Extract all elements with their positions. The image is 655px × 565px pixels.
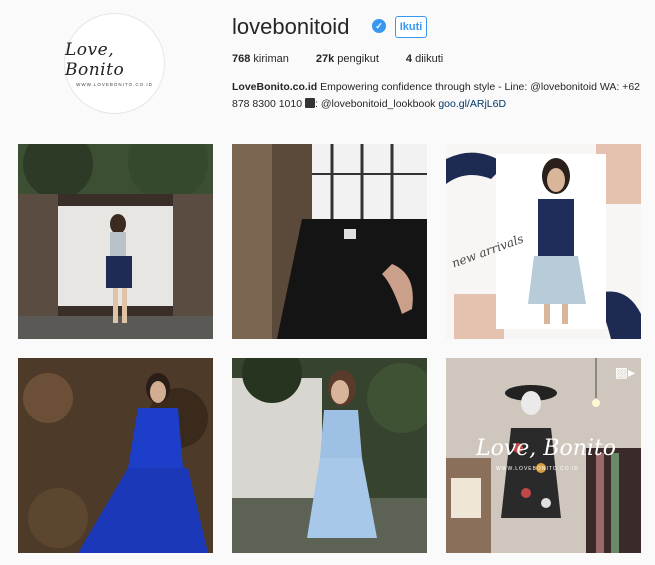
avatar-logo: Love, Bonito bbox=[65, 40, 125, 80]
verified-badge-icon: ✓ bbox=[372, 19, 386, 33]
bio-text-2: : @lovebonitoid_lookbook bbox=[315, 98, 439, 110]
stat-following-label: diikuti bbox=[415, 53, 444, 65]
bio-name: LoveBonito.co.id bbox=[232, 81, 318, 93]
post-5-photo bbox=[232, 358, 427, 553]
stat-followers-label: pengikut bbox=[337, 53, 379, 65]
video-icon: ▩▸ bbox=[614, 364, 635, 380]
post-1[interactable] bbox=[18, 144, 213, 339]
post-6-watermark: Love, Bonito bbox=[476, 436, 616, 461]
post-6[interactable]: ▩▸ Love, Bonito WWW.LOVEBONITO.CO.ID bbox=[446, 358, 641, 553]
bio-link[interactable]: goo.gl/ARjL6D bbox=[438, 98, 506, 110]
stat-posts: 768 kiriman bbox=[232, 53, 289, 65]
post-6-watermark-url: WWW.LOVEBONITO.CO.ID bbox=[496, 466, 579, 472]
post-4-photo bbox=[18, 358, 213, 553]
stat-followers[interactable]: 27k pengikut bbox=[316, 53, 379, 65]
post-3-photo bbox=[446, 144, 641, 339]
post-2[interactable] bbox=[232, 144, 427, 339]
stat-following[interactable]: 4 diikuti bbox=[406, 53, 443, 65]
avatar-url: WWW.LOVEBONITO.CO.ID bbox=[76, 82, 153, 87]
post-5[interactable] bbox=[232, 358, 427, 553]
post-2-photo bbox=[232, 144, 427, 339]
stat-posts-label: kiriman bbox=[253, 53, 289, 65]
post-4[interactable] bbox=[18, 358, 213, 553]
stat-followers-value: 27k bbox=[315, 53, 335, 65]
post-1-photo bbox=[18, 144, 213, 339]
stat-posts-value: 768 bbox=[232, 53, 251, 65]
profile-bio: LoveBonito.co.id Empowering confidence t… bbox=[232, 79, 642, 113]
stat-following-value: 4 bbox=[405, 53, 413, 65]
camera-emoji-icon bbox=[305, 98, 315, 108]
post-3[interactable]: new arrivals bbox=[446, 144, 641, 339]
profile-avatar[interactable]: Love, Bonito WWW.LOVEBONITO.CO.ID bbox=[64, 13, 165, 114]
profile-username: lovebonitoid bbox=[232, 14, 350, 39]
follow-button[interactable]: Ikuti bbox=[395, 16, 427, 38]
profile-stats: 768 kiriman 27k pengikut 4 diikuti bbox=[232, 53, 470, 65]
